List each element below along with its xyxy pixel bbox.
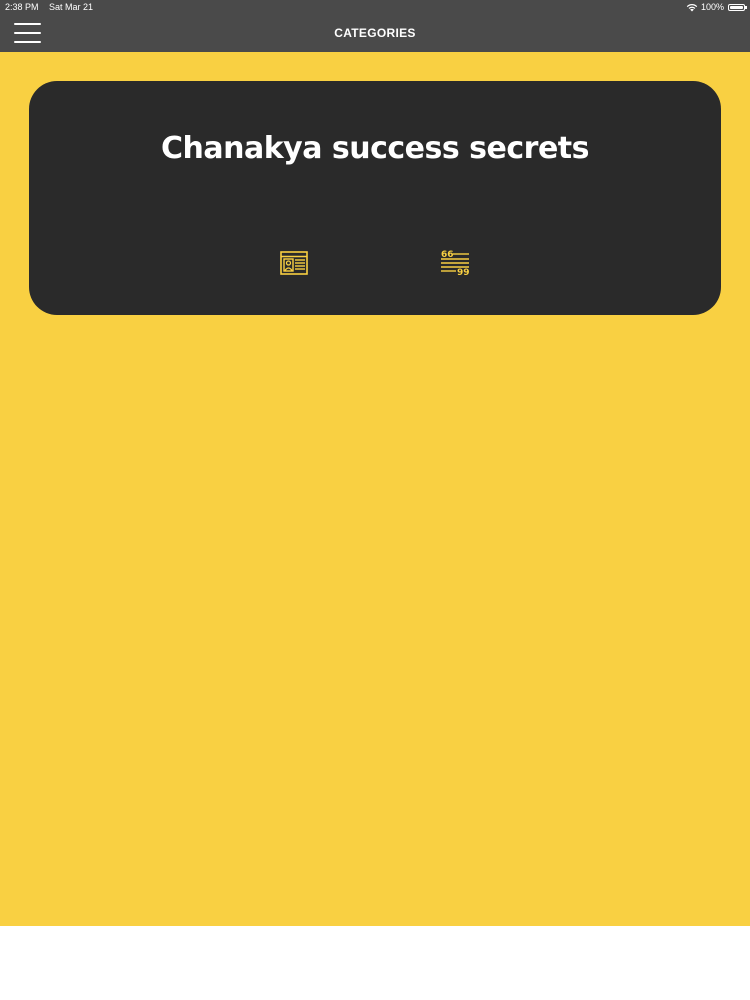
status-left: 2:38 PM Sat Mar 21	[5, 0, 93, 14]
categories-content: Chanakya success secrets 66 99	[0, 52, 750, 926]
status-time: 2:38 PM	[5, 2, 39, 12]
page-title: CATEGORIES	[334, 26, 416, 40]
battery-percent: 100%	[700, 2, 724, 12]
status-right: 100%	[686, 0, 747, 14]
info-card-icon[interactable]	[280, 251, 308, 275]
battery-icon	[728, 3, 747, 11]
bottom-blank-area	[0, 926, 750, 1000]
quotes-list-icon[interactable]: 66 99	[440, 250, 470, 276]
status-bar: 2:38 PM Sat Mar 21 100%	[0, 0, 750, 14]
wifi-icon	[686, 3, 698, 11]
svg-text:99: 99	[457, 268, 470, 276]
category-card[interactable]: Chanakya success secrets 66 99	[29, 81, 721, 315]
status-date: Sat Mar 21	[49, 2, 94, 12]
navigation-bar: CATEGORIES	[0, 14, 750, 52]
category-title: Chanakya success secrets	[160, 131, 590, 166]
